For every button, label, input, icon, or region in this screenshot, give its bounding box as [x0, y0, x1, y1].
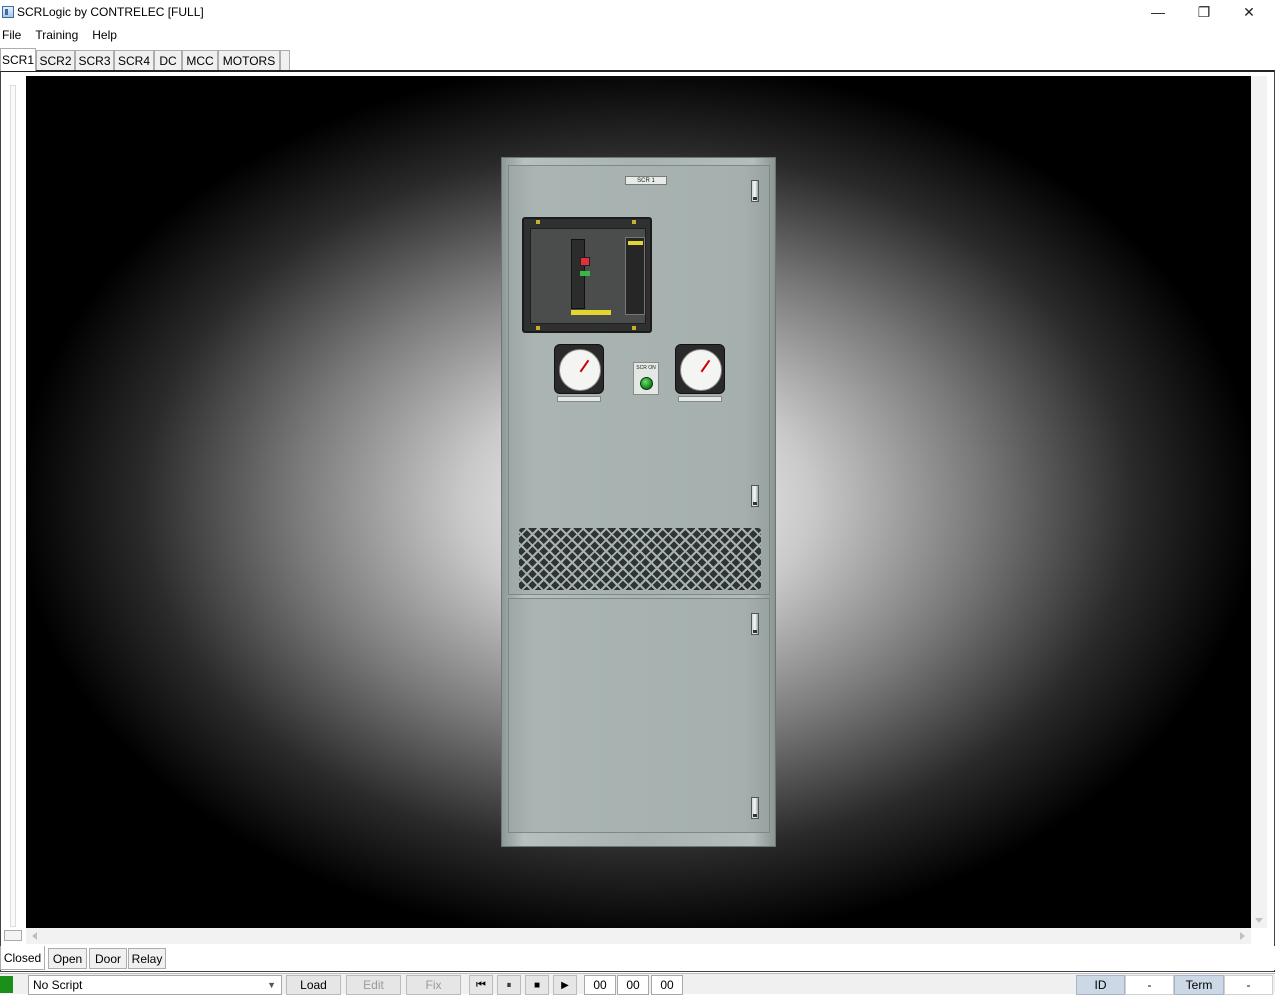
status-bar: No Script ▼ Load Edit Fix ⏮ ⏸ ■ ▶ 00 00 …	[0, 973, 1275, 995]
panel-tab-bar: SCR1 SCR2 SCR3 SCR4 DC MCC MOTORS	[0, 48, 1275, 71]
tab-scr2[interactable]: SCR2	[36, 50, 75, 70]
pushbutton-label: SCR ON	[636, 365, 656, 371]
status-led-icon	[0, 976, 13, 993]
term-label: Term	[1174, 975, 1224, 995]
tab-dc[interactable]: DC	[154, 50, 182, 70]
breaker-screw	[632, 220, 636, 224]
close-button[interactable]: ✕	[1226, 0, 1272, 24]
menu-file[interactable]: File	[0, 28, 29, 42]
ventilation-louver	[519, 528, 761, 590]
scroll-left-arrow-icon[interactable]	[32, 932, 37, 940]
play-icon[interactable]: ▶	[553, 975, 577, 995]
cabinet-viewport[interactable]: SCR 1 SCR ON	[26, 76, 1251, 928]
chevron-down-icon: ▼	[267, 980, 276, 990]
breaker-faceplate	[530, 228, 646, 324]
skip-to-start-icon[interactable]: ⏮	[469, 975, 493, 995]
id-value: -	[1125, 975, 1174, 995]
left-panel-meter	[554, 344, 604, 394]
window-title: SCRLogic by CONTRELEC [FULL]	[17, 5, 204, 19]
meter-needle	[579, 359, 590, 373]
left-meter-tag	[557, 396, 601, 402]
lower-door[interactable]	[508, 598, 770, 833]
cabinet-nameplate: SCR 1	[625, 176, 667, 185]
lower-door-latch-bottom[interactable]	[751, 797, 759, 819]
breaker-data-label	[625, 237, 645, 315]
upper-door-latch-top[interactable]	[751, 180, 759, 202]
edit-button[interactable]: Edit	[346, 975, 401, 995]
breaker-trip-flag[interactable]	[580, 257, 590, 266]
tab-scr1[interactable]: SCR1	[0, 48, 36, 71]
app-icon	[2, 6, 14, 18]
tab-spacer	[280, 50, 290, 70]
right-meter-tag	[678, 396, 722, 402]
horizontal-scrollbar[interactable]	[26, 928, 1251, 944]
right-panel-meter	[675, 344, 725, 394]
scr-on-pushbutton-plate: SCR ON	[633, 362, 659, 395]
lower-door-latch-top[interactable]	[751, 613, 759, 635]
tab-scr3[interactable]: SCR3	[75, 50, 114, 70]
scr-on-pushbutton[interactable]	[640, 377, 653, 390]
fix-button[interactable]: Fix	[406, 975, 461, 995]
tab-motors[interactable]: MOTORS	[218, 50, 280, 70]
time-hours: 00	[584, 975, 616, 995]
scroll-right-arrow-icon[interactable]	[1240, 932, 1245, 940]
view-tab-relay[interactable]: Relay	[128, 948, 166, 969]
scroll-corner	[4, 930, 22, 941]
time-minutes: 00	[617, 975, 649, 995]
menu-help[interactable]: Help	[90, 28, 125, 42]
breaker-screw	[536, 220, 540, 224]
tab-scr4[interactable]: SCR4	[114, 50, 154, 70]
id-label: ID	[1076, 975, 1125, 995]
scr-cabinet: SCR 1 SCR ON	[501, 157, 776, 847]
meter-dial	[559, 349, 601, 391]
menu-training[interactable]: Training	[33, 28, 86, 42]
view-tab-closed[interactable]: Closed	[0, 946, 45, 970]
breaker-screw	[536, 326, 540, 330]
title-bar: SCRLogic by CONTRELEC [FULL] — ❐ ✕	[0, 0, 1275, 24]
script-select[interactable]: No Script ▼	[28, 975, 282, 995]
meter-dial	[680, 349, 722, 391]
term-value: -	[1224, 975, 1273, 995]
stop-icon[interactable]: ■	[525, 975, 549, 995]
view-tab-bar: Closed Open Door Relay	[0, 946, 1275, 970]
minimize-button[interactable]: —	[1135, 0, 1181, 24]
menu-bar: File Training Help	[0, 24, 1275, 46]
restore-button[interactable]: ❐	[1181, 0, 1227, 24]
tab-mcc[interactable]: MCC	[182, 50, 218, 70]
time-seconds: 00	[651, 975, 683, 995]
script-select-value: No Script	[33, 978, 83, 992]
pause-icon[interactable]: ⏸	[497, 975, 521, 995]
breaker-status-indicator	[580, 271, 590, 276]
right-scrollbar[interactable]	[1251, 76, 1267, 928]
upper-door[interactable]: SCR 1 SCR ON	[508, 165, 770, 595]
upper-door-latch-bottom[interactable]	[751, 485, 759, 507]
circuit-breaker[interactable]	[522, 217, 652, 333]
view-tab-open[interactable]: Open	[48, 948, 87, 969]
left-scrollbar[interactable]	[10, 85, 16, 927]
load-button[interactable]: Load	[286, 975, 341, 995]
breaker-rating-strip	[571, 310, 611, 315]
breaker-screw	[632, 326, 636, 330]
view-tab-door[interactable]: Door	[89, 948, 127, 969]
meter-needle	[700, 359, 711, 373]
